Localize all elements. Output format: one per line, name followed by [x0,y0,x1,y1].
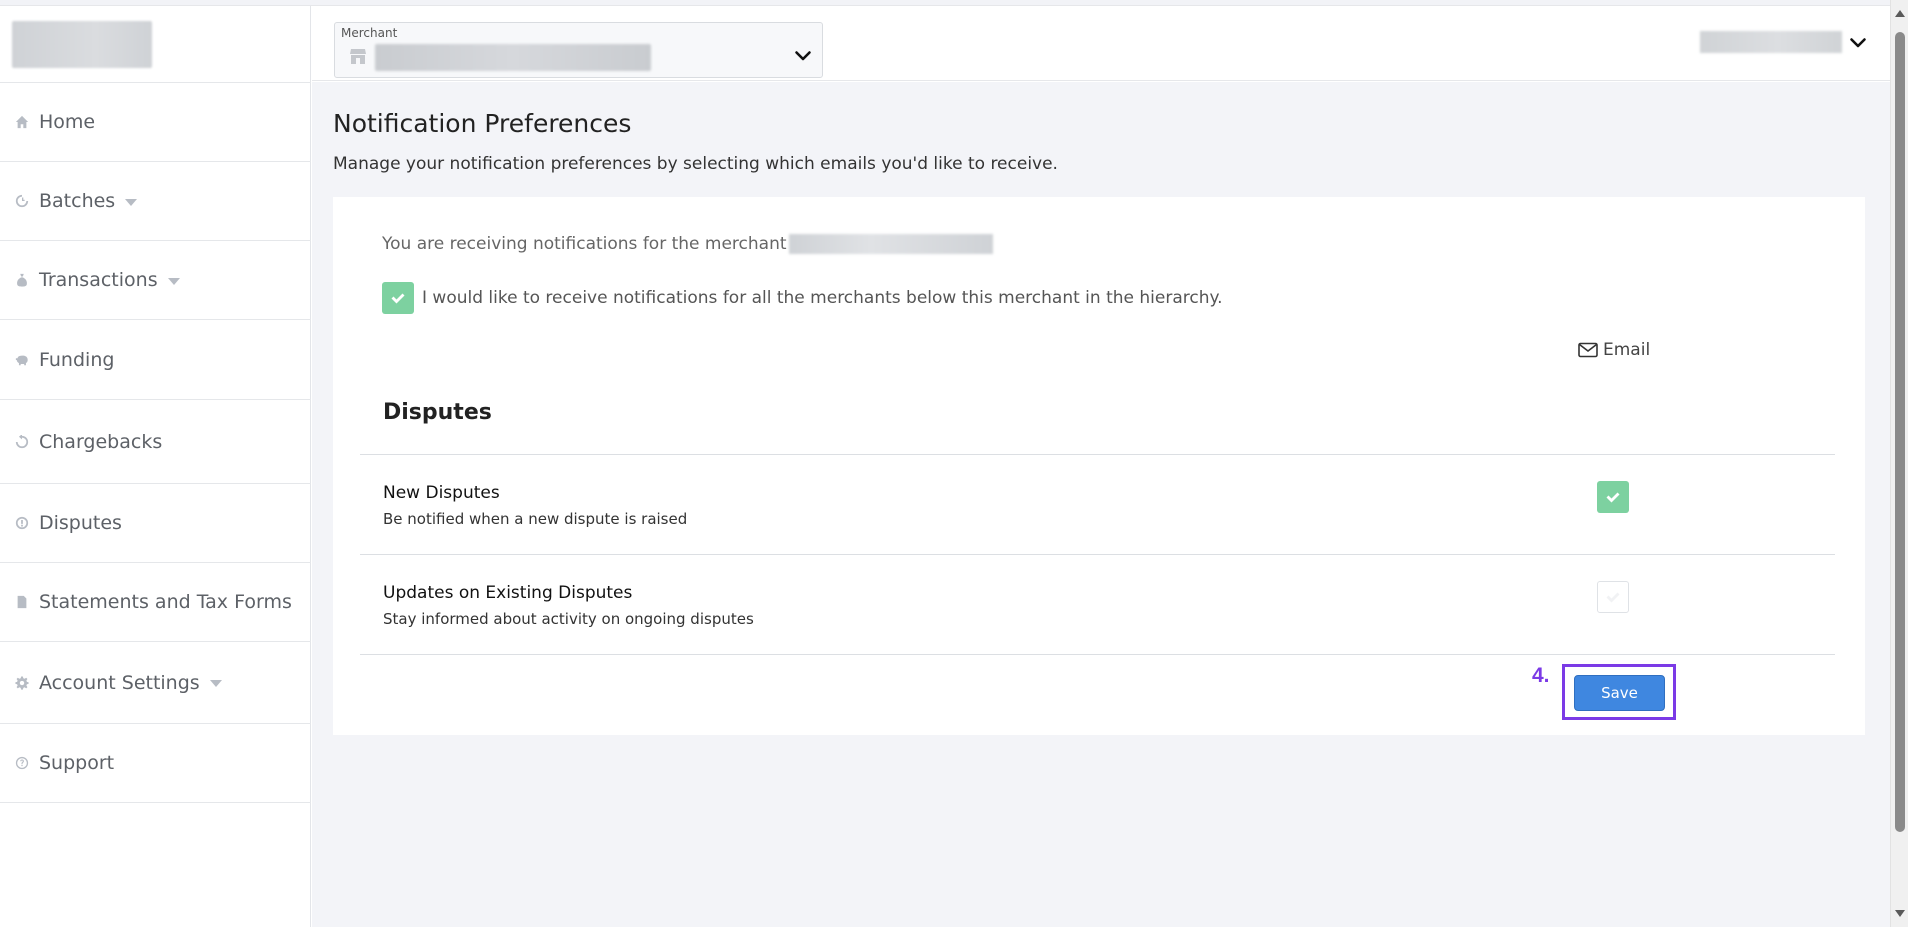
email-column-header: Email [1578,340,1650,360]
gear-icon [14,675,30,691]
step-number-annotation: 4. [1532,664,1550,687]
page-title: Notification Preferences [333,109,632,138]
batches-icon [14,193,30,209]
caret-down-icon [167,277,180,285]
new-disputes-email-checkbox[interactable] [1597,481,1629,513]
sidebar-item-label: Batches [39,190,116,212]
sidebar-item-label: Support [39,752,115,774]
merchant-name-redacted [375,44,651,71]
sidebar: Home Batches Transactions Funding Charge… [0,6,311,927]
hierarchy-label: I would like to receive notifications fo… [422,288,1223,308]
row-description: Stay informed about activity on ongoing … [383,610,754,628]
sidebar-nav: Home Batches Transactions Funding Charge… [0,83,311,803]
sidebar-item-account-settings[interactable]: Account Settings [0,642,311,724]
help-icon [14,755,30,771]
home-icon [14,114,30,130]
sidebar-item-statements[interactable]: Statements and Tax Forms [0,563,311,642]
logo[interactable] [12,21,152,68]
top-header: Merchant [312,6,1890,81]
email-column-label: Email [1603,340,1651,360]
sidebar-item-chargebacks[interactable]: Chargebacks [0,400,311,484]
sidebar-item-label: Account Settings [39,671,200,694]
row-description: Be notified when a new dispute is raised [383,510,688,528]
envelope-icon [1578,342,1598,358]
sidebar-item-label: Funding [39,348,115,371]
sidebar-item-funding[interactable]: Funding [0,320,311,400]
caret-down-icon [125,198,138,206]
section-title: Disputes [383,400,492,425]
sidebar-item-label: Home [39,111,96,133]
chargeback-icon [14,434,30,450]
chevron-down-icon[interactable] [1849,34,1867,52]
sidebar-item-label: Disputes [39,512,122,534]
sidebar-item-label: Transactions [39,269,158,291]
sidebar-item-home[interactable]: Home [0,83,311,162]
row-title: New Disputes [383,483,500,503]
document-icon [14,594,30,610]
divider [360,654,1835,655]
piggy-bank-icon [14,352,30,368]
divider [360,554,1835,555]
dispute-icon [14,515,30,531]
merchant-label: Merchant [341,26,398,40]
user-menu-redacted[interactable] [1700,31,1842,53]
scrollbar-thumb[interactable] [1895,32,1905,832]
caret-down-icon [209,680,222,687]
receiving-text: You are receiving notifications for the … [382,234,787,254]
existing-disputes-email-checkbox[interactable] [1597,581,1629,613]
scroll-up-arrow-icon[interactable] [1895,10,1905,17]
sidebar-item-label: Chargebacks [39,430,163,453]
sidebar-item-support[interactable]: Support [0,724,311,803]
merchant-id-redacted [788,234,993,254]
receiving-notice: You are receiving notifications for the … [382,234,993,254]
page-scrollbar[interactable] [1890,0,1908,927]
merchant-selector[interactable]: Merchant [334,22,823,78]
sidebar-item-label: Statements and Tax Forms [39,591,292,613]
sidebar-item-disputes[interactable]: Disputes [0,484,311,563]
money-bag-icon [14,272,30,288]
hierarchy-option: I would like to receive notifications fo… [382,282,1223,314]
main-content: Notification Preferences Manage your not… [312,82,1890,927]
chevron-down-icon[interactable] [794,47,812,65]
sidebar-item-batches[interactable]: Batches [0,162,311,241]
scroll-down-arrow-icon[interactable] [1895,910,1905,917]
preferences-card: You are receiving notifications for the … [333,197,1865,735]
store-icon [349,47,367,65]
save-button[interactable]: Save [1574,675,1665,711]
row-title: Updates on Existing Disputes [383,583,633,603]
divider [360,454,1835,455]
sidebar-item-transactions[interactable]: Transactions [0,241,311,320]
hierarchy-checkbox[interactable] [382,282,414,314]
page-subtitle: Manage your notification preferences by … [333,154,1058,174]
